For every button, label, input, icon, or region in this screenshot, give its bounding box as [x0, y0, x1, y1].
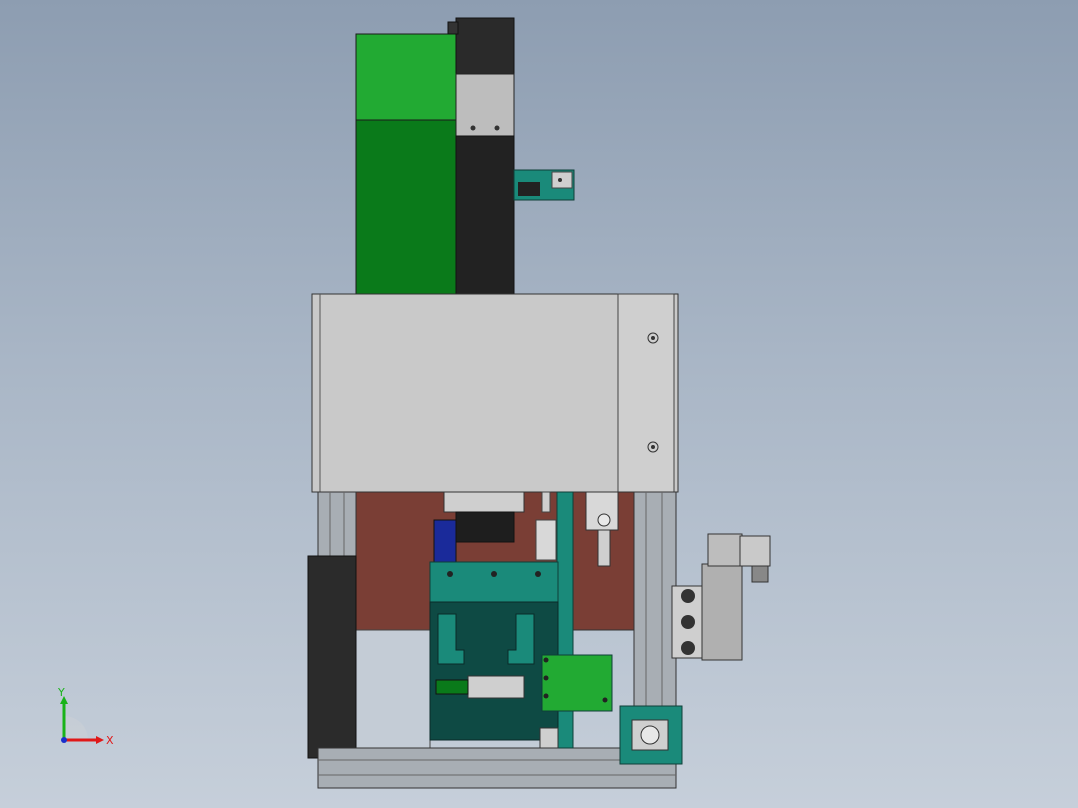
y-axis-label: Y: [57, 688, 65, 699]
assembly-model[interactable]: [0, 0, 1078, 808]
x-axis-label: X: [106, 734, 114, 747]
solenoid-valve[interactable]: [671, 533, 771, 661]
left-frame-profile[interactable]: [307, 491, 357, 789]
linear-actuator[interactable]: [355, 17, 575, 296]
xyz-axes-icon: Y X: [57, 686, 114, 747]
cad-viewport[interactable]: Y X: [0, 0, 1078, 808]
coordinate-triad: Y X: [50, 686, 120, 752]
top-cover[interactable]: [311, 293, 679, 493]
